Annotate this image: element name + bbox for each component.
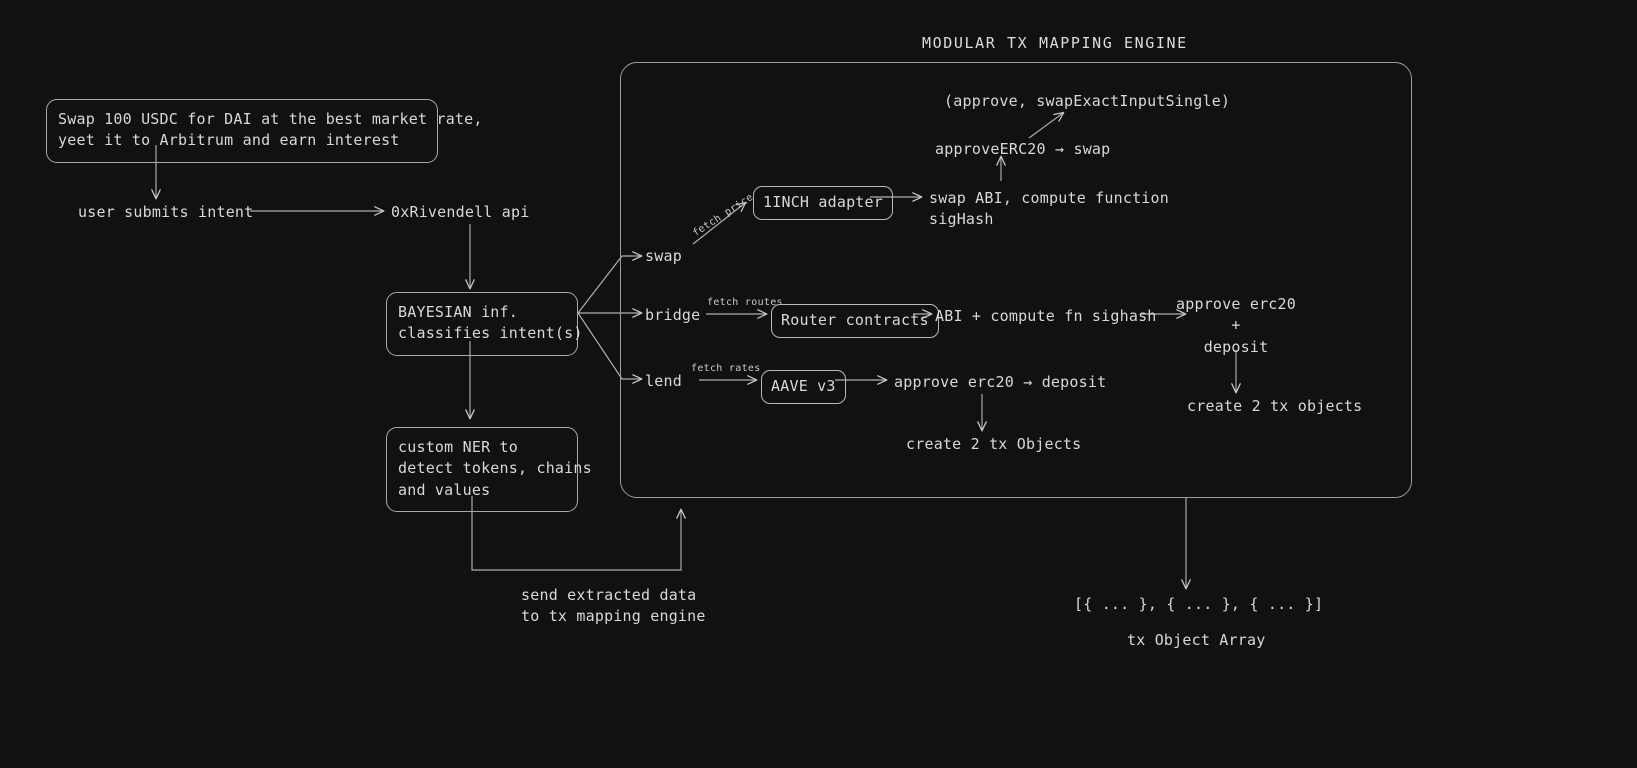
engine-panel-title: MODULAR TX MAPPING ENGINE — [922, 34, 1188, 52]
bridge-combo-line-2: + — [1231, 316, 1241, 335]
router-contracts-box: Router contracts — [771, 304, 939, 339]
oneinch-adapter-box: 1INCH adapter — [753, 186, 893, 221]
tx-object-array-value: [{ ... }, { ... }, { ... }] — [1074, 595, 1324, 613]
ner-line-1: custom NER to — [398, 438, 518, 456]
user-intent-prompt-box: Swap 100 USDC for DAI at the best market… — [46, 99, 482, 163]
modular-tx-mapping-engine-panel — [620, 62, 1412, 498]
diagram-canvas: MODULAR TX MAPPING ENGINE Swap 100 USDC … — [0, 0, 1637, 768]
prompt-line-2: yeet it to Arbitrum and earn interest — [58, 131, 400, 150]
lend-edge-label: fetch rates — [691, 363, 761, 374]
feedback-line-1: send extracted data — [521, 586, 697, 604]
ner-line-3: and values — [398, 480, 491, 499]
bridge-combo-line-1: approve erc20 — [1176, 295, 1296, 313]
lend-sequence-label: approve erc20 → deposit — [894, 373, 1107, 391]
ner-line-2: detect tokens, chains — [398, 459, 592, 478]
user-submits-intent-label: user submits intent — [78, 203, 254, 221]
classifier-line-1: BAYESIAN inf. — [398, 303, 518, 321]
feedback-caption: send extracted data to tx mapping engine — [521, 585, 706, 628]
tx-object-array-caption: tx Object Array — [1127, 631, 1266, 649]
branch-bridge-label: bridge — [645, 306, 701, 324]
swap-abi-line-2: sigHash — [929, 210, 994, 229]
bridge-combo-line-3: deposit — [1203, 337, 1269, 356]
branch-swap-label: swap — [645, 247, 682, 265]
bridge-output-label: create 2 tx objects — [1187, 397, 1363, 415]
custom-ner-box: custom NER to detect tokens, chains and … — [386, 427, 592, 512]
classifier-line-2: classifies intent(s) — [398, 324, 583, 343]
bridge-edge-label: fetch routes — [707, 297, 783, 308]
swap-abi-result: swap ABI, compute function sigHash — [929, 188, 1169, 231]
bridge-combo-label: approve erc20 + deposit — [1176, 294, 1296, 358]
swap-sequence-label: approveERC20 → swap — [935, 140, 1111, 158]
aave-v3-box: AAVE v3 — [761, 370, 846, 405]
prompt-line-1: Swap 100 USDC for DAI at the best market… — [58, 110, 483, 128]
swap-tuple-label: (approve, swapExactInputSingle) — [944, 92, 1231, 110]
branch-lend-label: lend — [645, 372, 682, 390]
bayesian-classifier-box: BAYESIAN inf. classifies intent(s) — [386, 292, 582, 356]
bridge-abi-result: ABI + compute fn sighash — [935, 307, 1157, 325]
rivendell-api-label: 0xRivendell api — [391, 203, 530, 221]
lend-output-label: create 2 tx Objects — [906, 435, 1082, 453]
swap-abi-line-1: swap ABI, compute function — [929, 189, 1169, 207]
feedback-line-2: to tx mapping engine — [521, 607, 706, 626]
